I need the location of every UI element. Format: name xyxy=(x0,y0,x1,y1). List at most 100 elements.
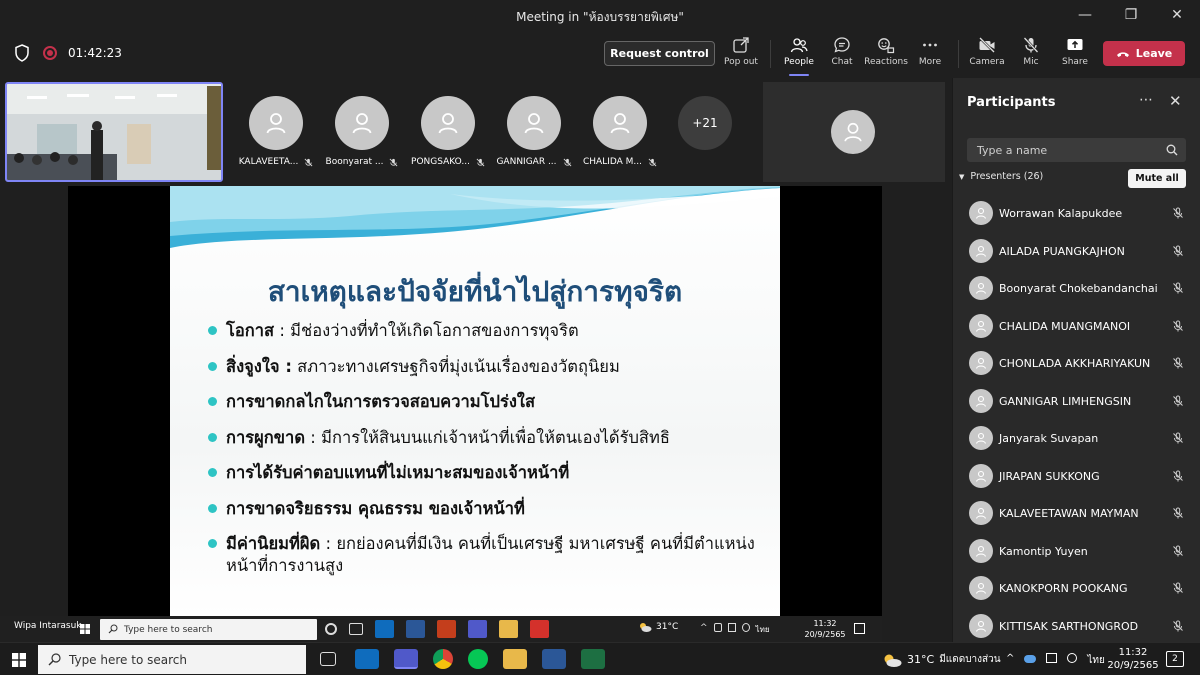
leave-button[interactable]: Leave xyxy=(1103,41,1185,66)
active-speaker-video[interactable] xyxy=(5,82,223,182)
mic-off-icon[interactable] xyxy=(1172,320,1184,332)
participant-row[interactable]: GANNIGAR LIMHENGSIN xyxy=(953,383,1200,421)
mic-off-icon[interactable] xyxy=(1172,357,1184,369)
participant-row[interactable]: KALAVEETAWAN MAYMAN xyxy=(953,495,1200,533)
slide-bullet: การขาดจริยธรรม คุณธรรม ของเจ้าหน้าที่ xyxy=(206,498,766,520)
more-button[interactable]: More xyxy=(906,36,954,72)
participant-row[interactable]: AILADA PUANGKAJHON xyxy=(953,233,1200,271)
avatar xyxy=(335,96,389,150)
task-view-icon[interactable] xyxy=(320,652,336,666)
slide-bullet: การขาดกลไกในการตรวจสอบความโปร่งใส xyxy=(206,391,766,413)
notification-icon xyxy=(854,623,865,634)
teams-icon[interactable] xyxy=(394,649,418,669)
participant-row[interactable]: JIRAPAN SUKKONG xyxy=(953,458,1200,496)
more-participants-button[interactable]: +21 xyxy=(678,96,732,150)
mic-off-icon[interactable] xyxy=(1172,282,1184,294)
request-control-button[interactable]: Request control xyxy=(604,41,715,66)
mic-off-icon[interactable] xyxy=(1172,432,1184,444)
language-indicator[interactable]: ไทย xyxy=(1087,653,1104,668)
close-window-button[interactable]: ✕ xyxy=(1154,0,1200,30)
taskbar-clock[interactable]: 11:32 20/9/2565 xyxy=(1106,646,1160,672)
shared-search-text: Type here to search xyxy=(124,624,213,635)
participant-row[interactable]: CHONLADA AKKHARIYAKUN xyxy=(953,345,1200,383)
windows-start-icon[interactable] xyxy=(12,653,26,667)
participant-row[interactable]: Kamontip Yuyen xyxy=(953,533,1200,571)
mic-label: Mic xyxy=(1023,57,1039,67)
participant-search-input[interactable]: Type a name xyxy=(967,138,1186,162)
mic-off-icon[interactable] xyxy=(1172,545,1184,557)
tray-chevron-icon: ^ xyxy=(700,623,708,633)
close-panel-icon[interactable]: ✕ xyxy=(1169,92,1182,110)
pop-out-button[interactable]: Pop out xyxy=(717,36,765,72)
mail-icon[interactable] xyxy=(355,649,379,669)
taskbar-temp: 31°C xyxy=(907,653,935,666)
excel-icon[interactable] xyxy=(581,649,605,669)
person-icon xyxy=(975,432,987,444)
participant-row[interactable]: Worrawan Kalapukdee xyxy=(953,195,1200,233)
participant-row[interactable]: Janyarak Suvapan xyxy=(953,420,1200,458)
person-icon xyxy=(975,320,987,332)
taskbar-weather[interactable]: 31°C มีแดดบางส่วน xyxy=(882,652,1001,667)
participant-strip: KALAVEETA... Boonyarat ... PONGSAKO... G… xyxy=(0,78,952,186)
volume-icon[interactable] xyxy=(1067,653,1078,663)
people-icon xyxy=(790,38,808,53)
mic-off-icon[interactable] xyxy=(1172,470,1184,482)
tray-chevron-icon[interactable]: ^ xyxy=(1006,653,1014,668)
avatar xyxy=(969,351,993,375)
panel-more-icon[interactable]: ⋯ xyxy=(1139,92,1153,108)
minimize-button[interactable]: — xyxy=(1062,0,1108,30)
participant-tile[interactable]: KALAVEETA... xyxy=(236,96,316,172)
mic-off-icon[interactable] xyxy=(1172,245,1184,257)
slide-bullet: โอกาส : มีช่องว่างที่ทำให้เกิดโอกาสของกา… xyxy=(206,320,766,342)
reactions-button[interactable]: Reactions xyxy=(862,36,910,72)
onedrive-icon[interactable] xyxy=(1024,655,1037,663)
task-view-icon xyxy=(349,623,363,635)
participant-row[interactable]: CHALIDA MUANGMANOI xyxy=(953,308,1200,346)
notification-center-icon[interactable]: 2 xyxy=(1166,651,1184,667)
file-explorer-icon[interactable] xyxy=(503,649,527,669)
participant-video-tile[interactable] xyxy=(763,82,945,182)
mic-off-icon[interactable] xyxy=(1172,582,1184,594)
share-button[interactable]: Share xyxy=(1051,36,1099,72)
maximize-button[interactable]: ❐ xyxy=(1108,0,1154,30)
camera-button[interactable]: Camera xyxy=(963,36,1011,72)
participant-name: KITTISAK SARTHONGROD xyxy=(999,619,1139,633)
word-icon[interactable] xyxy=(542,649,566,669)
shared-screen: สาเหตุและปัจจัยที่นำไปสู่การทุจริต โอกาส… xyxy=(0,186,952,616)
avatar xyxy=(969,463,993,488)
mic-button[interactable]: Mic xyxy=(1007,36,1055,72)
participant-row[interactable]: Boonyarat Chokebandanchai xyxy=(953,270,1200,308)
participant-tile[interactable]: PONGSAKO... xyxy=(408,96,488,172)
participant-tile[interactable]: CHALIDA M... xyxy=(580,96,660,172)
mic-off-icon[interactable] xyxy=(1172,507,1184,519)
participant-row[interactable]: KANOKPORN POOKANG xyxy=(953,570,1200,608)
phone-hangup-icon xyxy=(1116,51,1129,57)
presenters-section-header[interactable]: ▼ Presenters (26) xyxy=(959,171,1043,182)
word-icon xyxy=(406,620,425,638)
person-icon xyxy=(975,470,987,482)
person-icon xyxy=(266,113,286,134)
chrome-icon[interactable] xyxy=(433,649,453,669)
line-icon[interactable] xyxy=(468,649,488,669)
battery-icon xyxy=(713,623,722,632)
presentation-slide: สาเหตุและปัจจัยที่นำไปสู่การทุจริต โอกาส… xyxy=(170,186,780,616)
share-label: Share xyxy=(1062,57,1088,67)
pop-out-icon xyxy=(733,37,749,53)
people-button[interactable]: People xyxy=(775,36,823,76)
slide-wave-decoration xyxy=(170,186,780,248)
participant-tile[interactable]: GANNIGAR ... xyxy=(494,96,574,172)
participant-row[interactable]: KITTISAK SARTHONGROD xyxy=(953,608,1200,643)
mic-off-icon[interactable] xyxy=(1172,395,1184,407)
participant-tile[interactable]: Boonyarat ... xyxy=(322,96,402,172)
participant-name: KALAVEETA... xyxy=(238,157,299,167)
mute-all-button[interactable]: Mute all xyxy=(1128,169,1186,188)
search-icon xyxy=(48,653,61,666)
mic-off-icon[interactable] xyxy=(1172,620,1184,632)
chat-button[interactable]: Chat xyxy=(818,36,866,72)
participant-name: CHALIDA MUANGMANOI xyxy=(999,319,1131,333)
network-icon[interactable] xyxy=(1046,653,1058,663)
mic-off-icon[interactable] xyxy=(1172,207,1184,219)
shield-icon[interactable] xyxy=(14,44,30,62)
taskbar-search-box[interactable]: Type here to search xyxy=(38,645,306,674)
participant-name: Janyarak Suvapan xyxy=(999,432,1099,445)
